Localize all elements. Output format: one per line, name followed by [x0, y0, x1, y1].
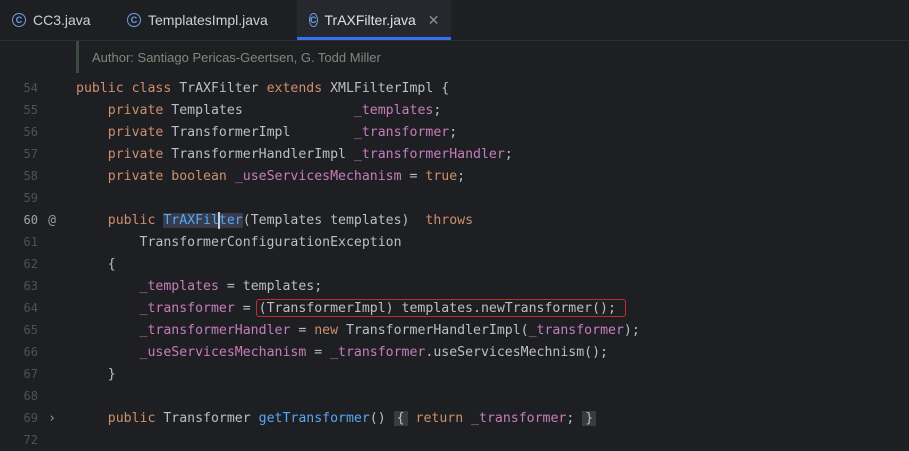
- line-number: 62: [23, 257, 38, 271]
- code-text: public TrAXFilter(Templates templates) t…: [107, 212, 474, 228]
- line-number: 69: [23, 411, 38, 425]
- doc-comment-bar: [76, 41, 79, 73]
- code-line: 55 private Templates _templates;: [0, 99, 909, 121]
- java-class-icon: C: [12, 13, 26, 27]
- rendered-doc-comment: Author: Santiago Pericas-Geertsen, G. To…: [76, 41, 909, 73]
- code-text: _templates = templates;: [139, 278, 323, 294]
- code-line: 72: [0, 429, 909, 451]
- code-text: private boolean _useServicesMechanism = …: [107, 168, 466, 184]
- line-number: 64: [23, 301, 38, 315]
- tab-cc3[interactable]: C CC3.java: [0, 0, 115, 40]
- code-editor[interactable]: Author: Santiago Pericas-Geertsen, G. To…: [0, 41, 909, 447]
- line-number: 58: [23, 169, 38, 183]
- line-number: 54: [23, 81, 38, 95]
- line-number: 56: [23, 125, 38, 139]
- tab-label: TemplatesImpl.java: [148, 12, 268, 28]
- line-number: 67: [23, 367, 38, 381]
- code-line: 61 TransformerConfigurationException: [0, 231, 909, 253]
- line-number: 55: [23, 103, 38, 117]
- code-text: private TransformerHandlerImpl _transfor…: [107, 146, 513, 162]
- tab-label: CC3.java: [33, 12, 91, 28]
- line-number: 66: [23, 345, 38, 359]
- java-class-icon: C: [309, 13, 318, 27]
- override-marker-icon[interactable]: @: [42, 213, 62, 228]
- tab-templatesimpl[interactable]: C TemplatesImpl.java: [115, 0, 297, 40]
- line-number: 63: [23, 279, 38, 293]
- code-line: 54 public class TrAXFilter extends XMLFi…: [0, 77, 909, 99]
- code-line: 63 _templates = templates;: [0, 275, 909, 297]
- tab-traxfilter[interactable]: C TrAXFilter.java ✕: [297, 0, 451, 40]
- code-line: 69 › public Transformer getTransformer()…: [0, 407, 909, 429]
- code-text: {: [76, 256, 116, 272]
- line-number: 72: [23, 433, 38, 447]
- code-line: 58 private boolean _useServicesMechanism…: [0, 165, 909, 187]
- line-number: 65: [23, 323, 38, 337]
- code-text: _transformerHandler = new TransformerHan…: [139, 322, 640, 338]
- code-text: private Templates _templates;: [107, 102, 442, 118]
- code-line: 67 }: [0, 363, 909, 385]
- line-number: 59: [23, 191, 38, 205]
- doc-comment-text: Author: Santiago Pericas-Geertsen, G. To…: [92, 50, 381, 65]
- code-line: 65 _transformerHandler = new Transformer…: [0, 319, 909, 341]
- code-text: public class TrAXFilter extends XMLFilte…: [76, 80, 450, 96]
- line-number: 60: [23, 213, 38, 227]
- text-caret: [218, 211, 220, 229]
- code-line: 57 private TransformerHandlerImpl _trans…: [0, 143, 909, 165]
- code-text: }: [76, 366, 116, 382]
- line-number: 68: [23, 389, 38, 403]
- code-text: _useServicesMechanism = _transformer.use…: [139, 344, 608, 360]
- line-number: 57: [23, 147, 38, 161]
- code-line: 59: [0, 187, 909, 209]
- code-line-highlighted: 64 _transformer = (TransformerImpl) temp…: [0, 297, 909, 319]
- code-line: 56 private TransformerImpl _transformer;: [0, 121, 909, 143]
- java-class-icon: C: [127, 13, 141, 27]
- red-highlight-box: [256, 299, 626, 317]
- close-icon[interactable]: ✕: [428, 12, 440, 29]
- line-number: 61: [23, 235, 38, 249]
- tab-label: TrAXFilter.java: [324, 12, 416, 28]
- code-text: TransformerConfigurationException: [76, 234, 402, 250]
- fold-chevron-icon[interactable]: ›: [42, 411, 62, 426]
- code-text: private TransformerImpl _transformer;: [107, 124, 458, 140]
- code-line: 66 _useServicesMechanism = _transformer.…: [0, 341, 909, 363]
- editor-tab-bar: C CC3.java C TemplatesImpl.java C TrAXFi…: [0, 0, 909, 41]
- code-line: 68: [0, 385, 909, 407]
- code-line: 62 {: [0, 253, 909, 275]
- code-line-current: 60 @ public TrAXFilter(Templates templat…: [0, 209, 909, 231]
- code-text: public Transformer getTransformer() { re…: [76, 410, 597, 426]
